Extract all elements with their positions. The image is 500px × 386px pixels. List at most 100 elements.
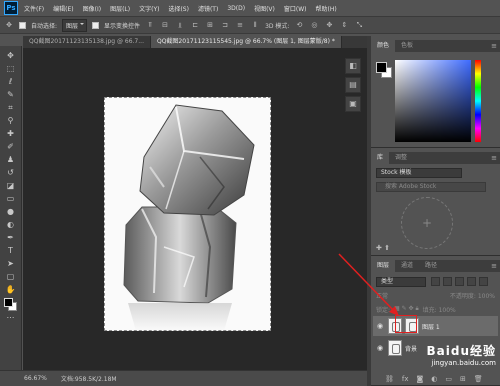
healing-brush-icon[interactable]: ✚ <box>4 128 18 140</box>
menu-image[interactable]: 图像(I) <box>83 4 101 13</box>
fill-field[interactable]: 填充: 100% <box>423 305 456 314</box>
3d-rotate-icon[interactable]: ⟲ <box>294 20 304 30</box>
tab-paths[interactable]: 路径 <box>419 260 443 272</box>
menu-type[interactable]: 文字(Y) <box>139 4 159 13</box>
align-bottom-icon[interactable]: ⫫ <box>175 20 185 30</box>
hue-slider[interactable] <box>475 60 481 142</box>
more-tools-icon[interactable]: … <box>4 310 18 322</box>
layer-comps-icon[interactable]: ▣ <box>345 96 361 112</box>
move-icon[interactable]: ✥ <box>4 50 18 62</box>
menu-view[interactable]: 视图(V) <box>254 4 275 13</box>
add-mask-icon[interactable]: ◙ <box>417 375 424 383</box>
libraries-panel: 库 调整 ≡ Stock 模板 搜索 Adobe Stock + ✚ ⬆ <box>371 152 500 256</box>
layer-filter-icons <box>431 277 488 286</box>
3d-roll-icon[interactable]: ◎ <box>309 20 319 30</box>
menu-select[interactable]: 选择(S) <box>168 4 189 13</box>
tab-adjustments[interactable]: 调整 <box>389 152 413 164</box>
layer-name[interactable]: 图层 1 <box>422 322 440 331</box>
hand-icon[interactable]: ✋ <box>4 284 18 296</box>
menu-help[interactable]: 帮助(H) <box>316 4 337 13</box>
path-select-icon[interactable]: ➤ <box>4 258 18 270</box>
quick-select-icon[interactable]: ✎ <box>4 89 18 101</box>
3d-pan-icon[interactable]: ✥ <box>324 20 334 30</box>
visibility-eye-icon[interactable]: ◉ <box>377 322 385 330</box>
auto-select-label: 自动选择: <box>31 22 58 30</box>
adjustment-icon[interactable]: ◐ <box>431 375 437 383</box>
color-fg-swatch[interactable] <box>376 62 387 73</box>
pen-icon[interactable]: ✒ <box>4 232 18 244</box>
move-tool-icon[interactable]: ✥ <box>4 20 14 30</box>
auto-select-dropdown[interactable]: 图层 <box>62 18 88 32</box>
menu-layer[interactable]: 图层(L) <box>110 4 130 13</box>
lasso-icon[interactable]: ℓ <box>4 76 18 88</box>
align-middle-icon[interactable]: ⊟ <box>160 20 170 30</box>
menu-edit[interactable]: 编辑(E) <box>53 4 73 13</box>
3d-slide-icon[interactable]: ⇕ <box>339 20 349 30</box>
align-top-icon[interactable]: ⫪ <box>145 20 155 30</box>
eraser-icon[interactable]: ◪ <box>4 180 18 192</box>
rectangle-icon[interactable]: ▢ <box>4 271 18 283</box>
tab-libraries[interactable]: 库 <box>371 152 390 164</box>
dodge-icon[interactable]: ◐ <box>4 219 18 231</box>
library-search-input[interactable]: 搜索 Adobe Stock <box>376 182 486 192</box>
panel-menu-icon[interactable]: ≡ <box>491 154 497 162</box>
history-icon[interactable]: ◧ <box>345 58 361 74</box>
link-layers-icon[interactable]: ⛓ <box>385 375 394 383</box>
3d-scale-icon[interactable]: ⤡ <box>354 20 364 30</box>
zoom-level[interactable]: 66.67% <box>24 375 47 382</box>
color-panel: 颜色 色板 ≡ <box>371 40 500 148</box>
auto-select-checkbox[interactable] <box>19 21 26 29</box>
menu-3d[interactable]: 3D(D) <box>227 5 245 12</box>
filter-adjust-icon[interactable] <box>443 277 452 286</box>
new-layer-icon[interactable]: ⊞ <box>460 375 466 383</box>
filter-type-icon[interactable] <box>455 277 464 286</box>
distribute-icon[interactable]: ≡ <box>235 20 245 30</box>
panel-menu-icon[interactable]: ≡ <box>491 42 497 50</box>
annotation-highlight-box <box>395 315 417 333</box>
watermark-url: jingyan.baidu.com <box>431 359 496 367</box>
menu-file[interactable]: 文件(F) <box>24 4 44 13</box>
panel-menu-icon[interactable]: ≡ <box>491 262 497 270</box>
distribute-h-icon[interactable]: ⦀ <box>250 20 260 30</box>
doc-tab-2[interactable]: QQ截图20171123115545.jpg @ 66.7% (图层 1, 图层… <box>150 36 342 48</box>
filter-smart-icon[interactable] <box>479 277 488 286</box>
ice-cubes-image <box>123 104 255 331</box>
group-icon[interactable]: ▭ <box>445 375 452 383</box>
tools-panel: ✥ ⬚ ℓ ✎ ⌗ ⚲ ✚ ✐ ♟ ↺ ◪ ▭ ● ◐ ✒ T ➤ ▢ ✋ ⚲ … <box>0 46 22 370</box>
align-center-icon[interactable]: ⊞ <box>205 20 215 30</box>
blur-icon[interactable]: ● <box>4 206 18 218</box>
filter-shape-icon[interactable] <box>467 277 476 286</box>
opacity-field[interactable]: 不透明度: 100% <box>450 291 495 301</box>
crop-icon[interactable]: ⌗ <box>4 102 18 114</box>
filter-pixel-icon[interactable] <box>431 277 440 286</box>
doc-tab-1[interactable]: QQ截图20171123135138.jpg @ 66.7... <box>23 36 151 48</box>
collapsed-panel-icons: ◧ ▤ ▣ <box>345 58 365 112</box>
annotation-arrow <box>338 253 399 316</box>
brush-icon[interactable]: ✐ <box>4 141 18 153</box>
gradient-icon[interactable]: ▭ <box>4 193 18 205</box>
menu-filter[interactable]: 滤镜(T) <box>198 4 218 13</box>
visibility-eye-icon[interactable]: ◉ <box>377 344 385 352</box>
align-left-icon[interactable]: ⊏ <box>190 20 200 30</box>
delete-layer-icon[interactable]: 🗑︎ <box>474 375 483 383</box>
type-icon[interactable]: T <box>4 245 18 257</box>
tab-color[interactable]: 颜色 <box>371 40 396 52</box>
align-right-icon[interactable]: ⊐ <box>220 20 230 30</box>
layer-style-icon[interactable]: fx <box>402 375 409 383</box>
clone-stamp-icon[interactable]: ♟ <box>4 154 18 166</box>
color-picker-field[interactable] <box>395 60 471 142</box>
library-add-icon[interactable]: + <box>401 197 453 249</box>
show-transform-checkbox[interactable] <box>92 21 100 29</box>
foreground-color-swatch[interactable] <box>4 298 13 307</box>
document-canvas[interactable] <box>104 97 271 331</box>
properties-icon[interactable]: ▤ <box>345 77 361 93</box>
tab-swatches[interactable]: 色板 <box>395 40 419 52</box>
status-bar: 66.67% 文档:958.5K/2.18M <box>0 370 368 386</box>
menu-window[interactable]: 窗口(W) <box>284 4 307 13</box>
marquee-icon[interactable]: ⬚ <box>4 63 18 75</box>
library-dropdown[interactable]: Stock 模板 <box>376 168 462 178</box>
eyedropper-icon[interactable]: ⚲ <box>4 115 18 127</box>
canvas-workspace[interactable] <box>23 48 367 370</box>
history-brush-icon[interactable]: ↺ <box>4 167 18 179</box>
3d-mode-label: 3D 模式: <box>265 22 290 30</box>
